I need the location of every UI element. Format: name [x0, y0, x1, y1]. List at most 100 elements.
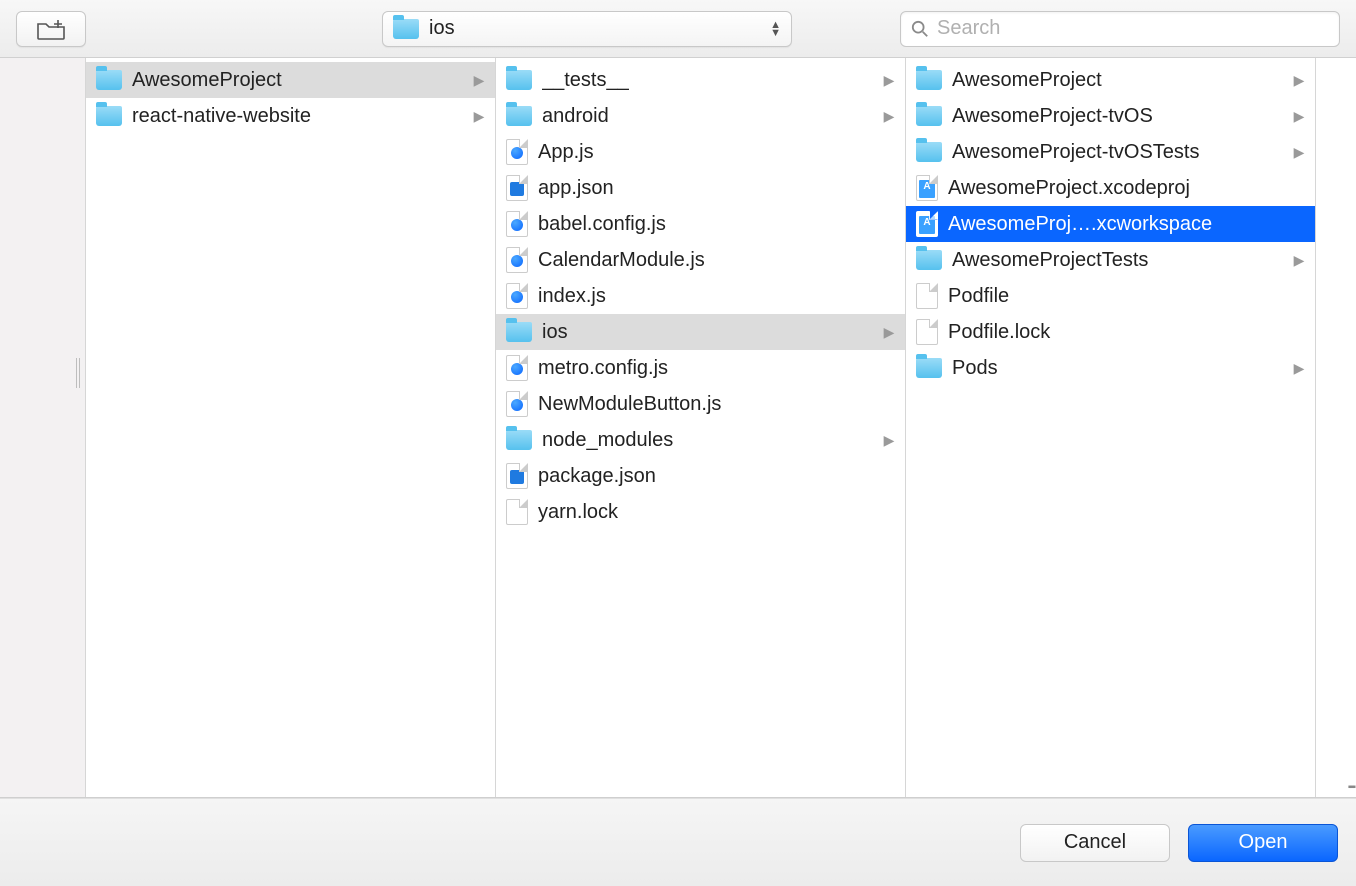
list-item[interactable]: AwesomeProjectTests ▶: [906, 242, 1315, 278]
file-icon: [506, 247, 528, 273]
chevron-right-icon: ▶: [883, 432, 895, 449]
folder-icon: [96, 70, 122, 90]
column-0[interactable]: AwesomeProject ▶ react-native-website ▶: [86, 58, 496, 797]
list-item[interactable]: metro.config.js: [496, 350, 905, 386]
list-item[interactable]: Podfile.lock: [906, 314, 1315, 350]
file-icon: [506, 175, 528, 201]
file-icon: [916, 175, 938, 201]
file-icon: [916, 319, 938, 345]
new-folder-button[interactable]: [16, 11, 86, 47]
cancel-button[interactable]: Cancel: [1020, 824, 1170, 862]
list-item[interactable]: NewModuleButton.js: [496, 386, 905, 422]
new-folder-icon: [36, 18, 66, 40]
file-icon: [916, 211, 938, 237]
item-label: AwesomeProject-tvOS: [952, 105, 1283, 128]
item-label: package.json: [538, 465, 895, 488]
item-label: node_modules: [542, 429, 873, 452]
item-label: NewModuleButton.js: [538, 393, 895, 416]
open-button[interactable]: Open: [1188, 824, 1338, 862]
chevron-right-icon: ▶: [1293, 108, 1305, 125]
list-item[interactable]: app.json: [496, 170, 905, 206]
folder-icon: [916, 70, 942, 90]
search-input[interactable]: [937, 17, 1329, 40]
list-item[interactable]: Pods ▶: [906, 350, 1315, 386]
sidebar: [0, 58, 86, 797]
item-label: AwesomeProject.xcodeproj: [948, 177, 1305, 200]
item-label: App.js: [538, 141, 895, 164]
folder-icon: [506, 322, 532, 342]
column-browser: AwesomeProject ▶ react-native-website ▶ __t…: [0, 58, 1356, 798]
file-icon: [506, 355, 528, 381]
footer: Cancel Open: [0, 798, 1356, 886]
folder-icon: [506, 430, 532, 450]
file-icon: [506, 463, 528, 489]
search-icon: [911, 20, 929, 38]
list-item[interactable]: node_modules ▶: [496, 422, 905, 458]
item-label: Pods: [952, 357, 1283, 380]
folder-icon: [96, 106, 122, 126]
chevron-right-icon: ▶: [473, 108, 485, 125]
path-popup[interactable]: ios ▲▼: [382, 11, 792, 47]
popup-arrows-icon: ▲▼: [770, 22, 781, 36]
item-label: Podfile.lock: [948, 321, 1305, 344]
list-item[interactable]: package.json: [496, 458, 905, 494]
item-label: react-native-website: [132, 105, 463, 128]
folder-icon: [506, 70, 532, 90]
item-label: ios: [542, 321, 873, 344]
list-item[interactable]: Podfile: [906, 278, 1315, 314]
open-label: Open: [1239, 831, 1288, 854]
file-icon: [506, 283, 528, 309]
item-label: __tests__: [542, 69, 873, 92]
list-item[interactable]: AwesomeProject ▶: [86, 62, 495, 98]
folder-icon: [916, 250, 942, 270]
list-item[interactable]: yarn.lock: [496, 494, 905, 530]
folder-icon: [393, 19, 419, 39]
item-label: babel.config.js: [538, 213, 895, 236]
chevron-right-icon: ▶: [473, 72, 485, 89]
chevron-right-icon: ▶: [883, 108, 895, 125]
list-item[interactable]: __tests__▶: [496, 62, 905, 98]
item-label: android: [542, 105, 873, 128]
item-label: AwesomeProject: [132, 69, 463, 92]
item-label: yarn.lock: [538, 501, 895, 524]
list-item[interactable]: babel.config.js: [496, 206, 905, 242]
item-label: AwesomeProjectTests: [952, 249, 1283, 272]
chevron-right-icon: ▶: [1293, 252, 1305, 269]
item-label: AwesomeProject-tvOSTests: [952, 141, 1283, 164]
chevron-right-icon: ▶: [1293, 72, 1305, 89]
search-field[interactable]: [900, 11, 1340, 47]
column-2[interactable]: AwesomeProject▶AwesomeProject-tvOS▶Aweso…: [906, 58, 1316, 797]
file-icon: [916, 283, 938, 309]
chevron-right-icon: ▶: [1293, 360, 1305, 377]
list-item[interactable]: AwesomeProject-tvOSTests ▶: [906, 134, 1315, 170]
item-label: AwesomeProject: [952, 69, 1283, 92]
folder-icon: [916, 142, 942, 162]
list-item[interactable]: AwesomeProj….xcworkspace: [906, 206, 1315, 242]
chevron-right-icon: ▶: [883, 324, 895, 341]
list-item[interactable]: ios ▶: [496, 314, 905, 350]
item-label: index.js: [538, 285, 895, 308]
scroll-indicator: ▪▪▪▪: [1348, 782, 1354, 793]
list-item[interactable]: App.js: [496, 134, 905, 170]
chevron-right-icon: ▶: [1293, 144, 1305, 161]
list-item[interactable]: AwesomeProject ▶: [906, 62, 1315, 98]
item-label: CalendarModule.js: [538, 249, 895, 272]
list-item[interactable]: android ▶: [496, 98, 905, 134]
file-icon: [506, 139, 528, 165]
path-label: ios: [429, 17, 455, 40]
list-item[interactable]: AwesomeProject.xcodeproj: [906, 170, 1315, 206]
list-item[interactable]: AwesomeProject-tvOS ▶: [906, 98, 1315, 134]
item-label: Podfile: [948, 285, 1305, 308]
item-label: app.json: [538, 177, 895, 200]
sidebar-resize-handle[interactable]: [76, 358, 80, 388]
toolbar: ios ▲▼: [0, 0, 1356, 58]
list-item[interactable]: CalendarModule.js: [496, 242, 905, 278]
file-icon: [506, 211, 528, 237]
column-1[interactable]: __tests__▶android▶App.jsapp.jsonbabel.co…: [496, 58, 906, 797]
folder-icon: [506, 106, 532, 126]
file-icon: [506, 391, 528, 417]
file-icon: [506, 499, 528, 525]
list-item[interactable]: react-native-website ▶: [86, 98, 495, 134]
item-label: AwesomeProj….xcworkspace: [948, 213, 1305, 236]
list-item[interactable]: index.js: [496, 278, 905, 314]
